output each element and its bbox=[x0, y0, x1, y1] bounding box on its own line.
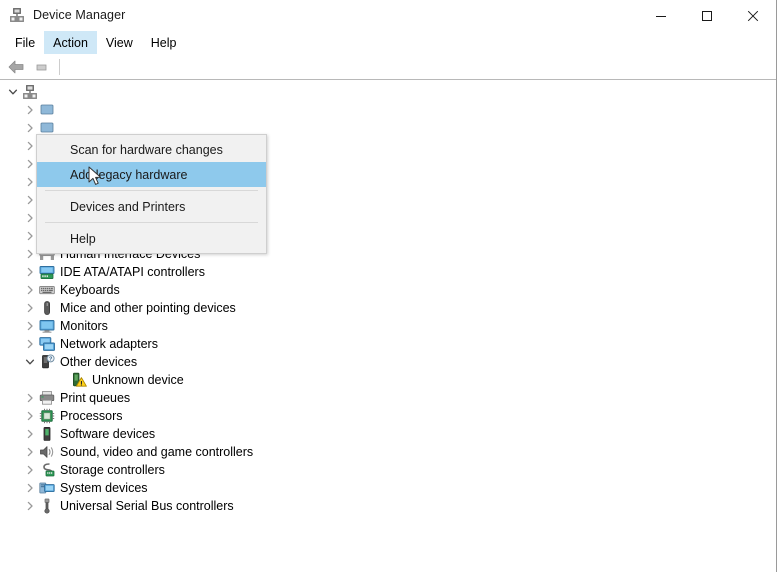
chevron-right-icon[interactable] bbox=[22, 443, 38, 461]
tree-node[interactable]: System devices bbox=[0, 479, 776, 497]
tree-node-label: Keyboards bbox=[60, 283, 120, 297]
minimize-button[interactable] bbox=[638, 0, 684, 31]
chevron-right-icon[interactable] bbox=[22, 299, 38, 317]
mouse-icon bbox=[38, 300, 56, 316]
tree-node[interactable]: Print queues bbox=[0, 389, 776, 407]
software-device-icon bbox=[38, 426, 56, 442]
menu-action[interactable]: Action bbox=[44, 31, 97, 54]
computer-root-icon bbox=[21, 84, 39, 100]
speaker-icon bbox=[38, 444, 56, 460]
menu-item-help[interactable]: Help bbox=[37, 226, 266, 251]
tree-node-label: Mice and other pointing devices bbox=[60, 301, 236, 315]
menu-item-add-legacy-hardware[interactable]: Add legacy hardware bbox=[37, 162, 266, 187]
processor-icon bbox=[38, 408, 56, 424]
tree-node[interactable]: Storage controllers bbox=[0, 461, 776, 479]
chevron-right-icon[interactable] bbox=[22, 317, 38, 335]
svg-text:?: ? bbox=[49, 357, 52, 363]
forward-arrow-icon bbox=[36, 64, 47, 70]
tree-node[interactable] bbox=[0, 83, 776, 101]
unknown-device-icon: ? bbox=[38, 354, 56, 370]
tree-node-label: Storage controllers bbox=[60, 463, 165, 477]
title-bar: Device Manager bbox=[0, 0, 776, 31]
tree-node[interactable]: ? Other devices bbox=[0, 353, 776, 371]
back-arrow-icon bbox=[8, 60, 24, 73]
system-device-icon bbox=[38, 480, 56, 496]
device-tree-panel[interactable]: CamerasComputerDisk drivesDisplay adapte… bbox=[0, 80, 776, 572]
device-manager-window: Device Manager File Action View Help Hum… bbox=[0, 0, 777, 572]
tree-node[interactable]: Network adapters bbox=[0, 335, 776, 353]
window-controls bbox=[638, 0, 776, 31]
back-button[interactable] bbox=[4, 56, 28, 78]
chevron-right-icon[interactable] bbox=[22, 101, 38, 119]
tree-node-label: Print queues bbox=[60, 391, 131, 405]
close-button[interactable] bbox=[730, 0, 776, 31]
chevron-right-icon[interactable] bbox=[22, 389, 38, 407]
usb-icon bbox=[38, 498, 56, 514]
device-manager-icon bbox=[9, 7, 25, 23]
chevron-right-icon[interactable] bbox=[22, 425, 38, 443]
tree-node-label: Processors bbox=[60, 409, 123, 423]
tree-node-label: System devices bbox=[60, 481, 148, 495]
tree-node[interactable]: Universal Serial Bus controllers bbox=[0, 497, 776, 515]
chevron-right-icon[interactable] bbox=[22, 281, 38, 299]
menu-bar: File Action View Help bbox=[0, 31, 776, 54]
tree-node-label: IDE ATA/ATAPI controllers bbox=[60, 265, 205, 279]
tree-node-label: Universal Serial Bus controllers bbox=[60, 499, 234, 513]
printer-icon bbox=[38, 390, 56, 406]
menu-help[interactable]: Help bbox=[142, 31, 186, 54]
chevron-right-icon[interactable] bbox=[22, 497, 38, 515]
generic-device-icon bbox=[38, 102, 56, 118]
tree-node[interactable]: Processors bbox=[0, 407, 776, 425]
tree-node-label: Unknown device bbox=[92, 373, 184, 387]
tree-node-label: Network adapters bbox=[60, 337, 158, 351]
tree-node[interactable]: Keyboards bbox=[0, 281, 776, 299]
maximize-button[interactable] bbox=[684, 0, 730, 31]
network-adapter-icon bbox=[38, 336, 56, 352]
tree-node-label: Other devices bbox=[60, 355, 138, 369]
chevron-down-icon[interactable] bbox=[5, 83, 21, 101]
keyboard-icon bbox=[38, 282, 56, 298]
menu-separator bbox=[45, 190, 258, 191]
storage-controller-icon bbox=[38, 462, 56, 478]
menu-view[interactable]: View bbox=[97, 31, 142, 54]
chevron-right-icon[interactable] bbox=[22, 461, 38, 479]
ide-controller-icon bbox=[38, 264, 56, 280]
tree-node-label: Monitors bbox=[60, 319, 108, 333]
toolbar-separator bbox=[59, 58, 60, 75]
tree-node[interactable] bbox=[0, 101, 776, 119]
action-dropdown-menu[interactable]: Scan for hardware changes Add legacy har… bbox=[36, 134, 267, 254]
menu-separator bbox=[45, 222, 258, 223]
tree-node[interactable]: Mice and other pointing devices bbox=[0, 299, 776, 317]
monitor-icon bbox=[38, 318, 56, 334]
chevron-right-icon[interactable] bbox=[22, 407, 38, 425]
toolbar bbox=[0, 54, 776, 80]
tree-node[interactable]: Unknown device bbox=[0, 371, 776, 389]
chevron-right-icon[interactable] bbox=[22, 335, 38, 353]
menu-file[interactable]: File bbox=[6, 31, 44, 54]
chevron-right-icon[interactable] bbox=[22, 263, 38, 281]
forward-button[interactable] bbox=[30, 56, 54, 78]
menu-item-devices-and-printers[interactable]: Devices and Printers bbox=[37, 194, 266, 219]
tree-node-label: Sound, video and game controllers bbox=[60, 445, 254, 459]
unknown-device-warning-icon bbox=[70, 372, 88, 388]
tree-node[interactable]: Sound, video and game controllers bbox=[0, 443, 776, 461]
chevron-right-icon[interactable] bbox=[22, 479, 38, 497]
tree-node[interactable]: IDE ATA/ATAPI controllers bbox=[0, 263, 776, 281]
chevron-down-icon[interactable] bbox=[22, 353, 38, 371]
window-title: Device Manager bbox=[33, 8, 126, 22]
tree-node[interactable]: Monitors bbox=[0, 317, 776, 335]
tree-node-label: Software devices bbox=[60, 427, 156, 441]
tree-node[interactable]: Software devices bbox=[0, 425, 776, 443]
menu-item-scan-for-hardware-changes[interactable]: Scan for hardware changes bbox=[37, 137, 266, 162]
